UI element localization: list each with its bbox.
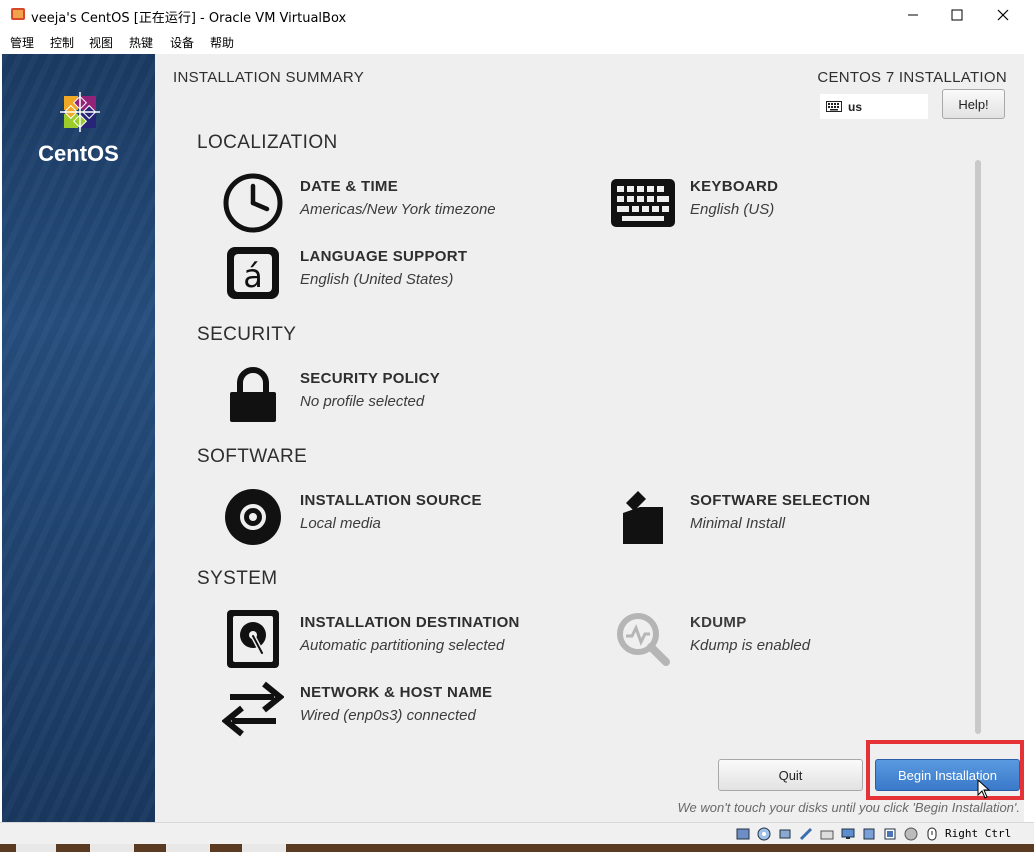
centos-logo-icon bbox=[60, 92, 100, 132]
spoke-status: Wired (enp0s3) connected bbox=[300, 707, 476, 724]
minimize-button[interactable] bbox=[890, 0, 936, 30]
keyboard-layout-indicator[interactable]: us bbox=[820, 94, 928, 119]
menu-devices[interactable]: 设备 bbox=[170, 34, 194, 51]
mouse-integration-icon[interactable] bbox=[925, 827, 939, 841]
recording-status-icon[interactable] bbox=[883, 827, 897, 841]
disc-icon bbox=[220, 484, 286, 550]
spoke-status: English (United States) bbox=[300, 271, 454, 288]
keyboard-icon bbox=[610, 170, 676, 236]
desktop-taskbar bbox=[0, 844, 1034, 852]
spoke-status: Local media bbox=[300, 515, 381, 532]
quit-button[interactable]: Quit bbox=[718, 759, 863, 791]
window-frame-right bbox=[1024, 54, 1034, 822]
optical-drive-status-icon[interactable] bbox=[757, 827, 771, 841]
vm-status-bar: Right Ctrl bbox=[0, 822, 1034, 845]
spoke-software-selection[interactable]: SOFTWARE SELECTION Minimal Install bbox=[610, 484, 980, 550]
spoke-status: Kdump is enabled bbox=[690, 637, 811, 654]
hard-disk-status-icon[interactable] bbox=[736, 827, 750, 841]
keyboard-layout-label: us bbox=[848, 99, 863, 114]
section-security: SECURITY bbox=[197, 324, 297, 345]
spoke-title: SECURITY POLICY bbox=[300, 370, 441, 387]
menu-control[interactable]: 控制 bbox=[50, 34, 74, 51]
spoke-language-support[interactable]: á LANGUAGE SUPPORT English (United State… bbox=[220, 240, 600, 306]
product-title: CENTOS 7 INSTALLATION bbox=[817, 69, 1007, 86]
taskbar-thumbnail[interactable] bbox=[16, 844, 56, 852]
spoke-title: DATE & TIME bbox=[300, 178, 399, 195]
maximize-button[interactable] bbox=[934, 0, 980, 30]
package-icon bbox=[610, 484, 676, 550]
keyboard-small-icon bbox=[826, 101, 842, 112]
spoke-title: KDUMP bbox=[690, 614, 747, 631]
spoke-installation-source[interactable]: INSTALLATION SOURCE Local media bbox=[220, 484, 600, 550]
menu-help[interactable]: 帮助 bbox=[210, 34, 234, 51]
menu-manage[interactable]: 管理 bbox=[10, 34, 34, 51]
spoke-network-hostname[interactable]: NETWORK & HOST NAME Wired (enp0s3) conne… bbox=[220, 676, 600, 739]
section-software: SOFTWARE bbox=[197, 446, 308, 467]
centos-wordmark: CentOS bbox=[38, 141, 119, 166]
taskbar-thumbnail[interactable] bbox=[242, 844, 286, 852]
menu-hotkeys[interactable]: 热键 bbox=[129, 34, 153, 51]
disk-safety-note: We won't touch your disks until you clic… bbox=[677, 800, 1020, 815]
spoke-installation-destination[interactable]: INSTALLATION DESTINATION Automatic parti… bbox=[220, 606, 600, 672]
scrollbar-thumb[interactable] bbox=[975, 160, 981, 734]
spoke-status: Americas/New York timezone bbox=[300, 201, 496, 218]
spoke-title: INSTALLATION DESTINATION bbox=[300, 614, 520, 631]
spoke-status: No profile selected bbox=[300, 393, 425, 410]
mouse-cursor-icon bbox=[977, 779, 991, 799]
hard-drive-icon bbox=[220, 606, 286, 672]
spokes-scroll-area[interactable]: LOCALIZATION DATE & TIME Americas/New Yo… bbox=[160, 134, 980, 739]
network-arrows-icon bbox=[220, 676, 286, 739]
spoke-title: NETWORK & HOST NAME bbox=[300, 684, 493, 701]
vm-display[interactable]: CentOS INSTALLATION SUMMARY CENTOS 7 INS… bbox=[2, 54, 1024, 822]
virtualbox-app-icon bbox=[11, 8, 25, 20]
maximize-icon bbox=[951, 9, 963, 21]
spoke-kdump[interactable]: KDUMP Kdump is enabled bbox=[610, 606, 980, 672]
language-icon: á bbox=[220, 240, 286, 306]
spoke-status: English (US) bbox=[690, 201, 775, 218]
window-titlebar: veeja's CentOS [正在运行] - Oracle VM Virtua… bbox=[0, 0, 1034, 30]
spoke-date-time[interactable]: DATE & TIME Americas/New York timezone bbox=[220, 170, 600, 236]
close-icon bbox=[997, 9, 1009, 21]
vertical-scrollbar[interactable] bbox=[972, 136, 984, 748]
spoke-title: INSTALLATION SOURCE bbox=[300, 492, 482, 509]
clock-icon bbox=[220, 170, 286, 236]
installer-sidebar: CentOS bbox=[2, 54, 155, 822]
annotation-highlight-box bbox=[866, 740, 1024, 800]
spoke-keyboard[interactable]: KEYBOARD English (US) bbox=[610, 170, 980, 236]
lock-icon bbox=[220, 362, 286, 428]
magnifier-icon bbox=[610, 606, 676, 672]
help-button[interactable]: Help! bbox=[942, 89, 1005, 119]
spoke-status: Minimal Install bbox=[690, 515, 786, 532]
menu-bar: 管理 控制 视图 热键 设备 帮助 bbox=[0, 30, 1034, 54]
cpu-status-icon[interactable] bbox=[904, 827, 918, 841]
host-key-label: Right Ctrl bbox=[945, 827, 1012, 840]
display-status-icon[interactable] bbox=[841, 827, 855, 841]
spoke-title: SOFTWARE SELECTION bbox=[690, 492, 871, 509]
minimize-icon bbox=[908, 14, 918, 16]
spoke-status: Automatic partitioning selected bbox=[300, 637, 505, 654]
shared-folder-status-icon[interactable] bbox=[820, 827, 834, 841]
taskbar-thumbnail[interactable] bbox=[90, 844, 134, 852]
taskbar-thumbnail[interactable] bbox=[166, 844, 210, 852]
svg-text:á: á bbox=[243, 257, 263, 295]
window-title: veeja's CentOS [正在运行] - Oracle VM Virtua… bbox=[31, 11, 347, 26]
audio-status-icon[interactable] bbox=[778, 827, 792, 841]
usb-status-icon[interactable] bbox=[862, 827, 876, 841]
page-title: INSTALLATION SUMMARY bbox=[173, 69, 365, 86]
network-status-icon[interactable] bbox=[799, 827, 813, 841]
spoke-title: KEYBOARD bbox=[690, 178, 779, 195]
section-system: SYSTEM bbox=[197, 568, 278, 589]
menu-view[interactable]: 视图 bbox=[89, 34, 113, 51]
spoke-security-policy[interactable]: SECURITY POLICY No profile selected bbox=[220, 362, 600, 428]
section-localization: LOCALIZATION bbox=[197, 134, 338, 153]
close-button[interactable] bbox=[980, 0, 1026, 30]
spoke-title: LANGUAGE SUPPORT bbox=[300, 248, 468, 265]
